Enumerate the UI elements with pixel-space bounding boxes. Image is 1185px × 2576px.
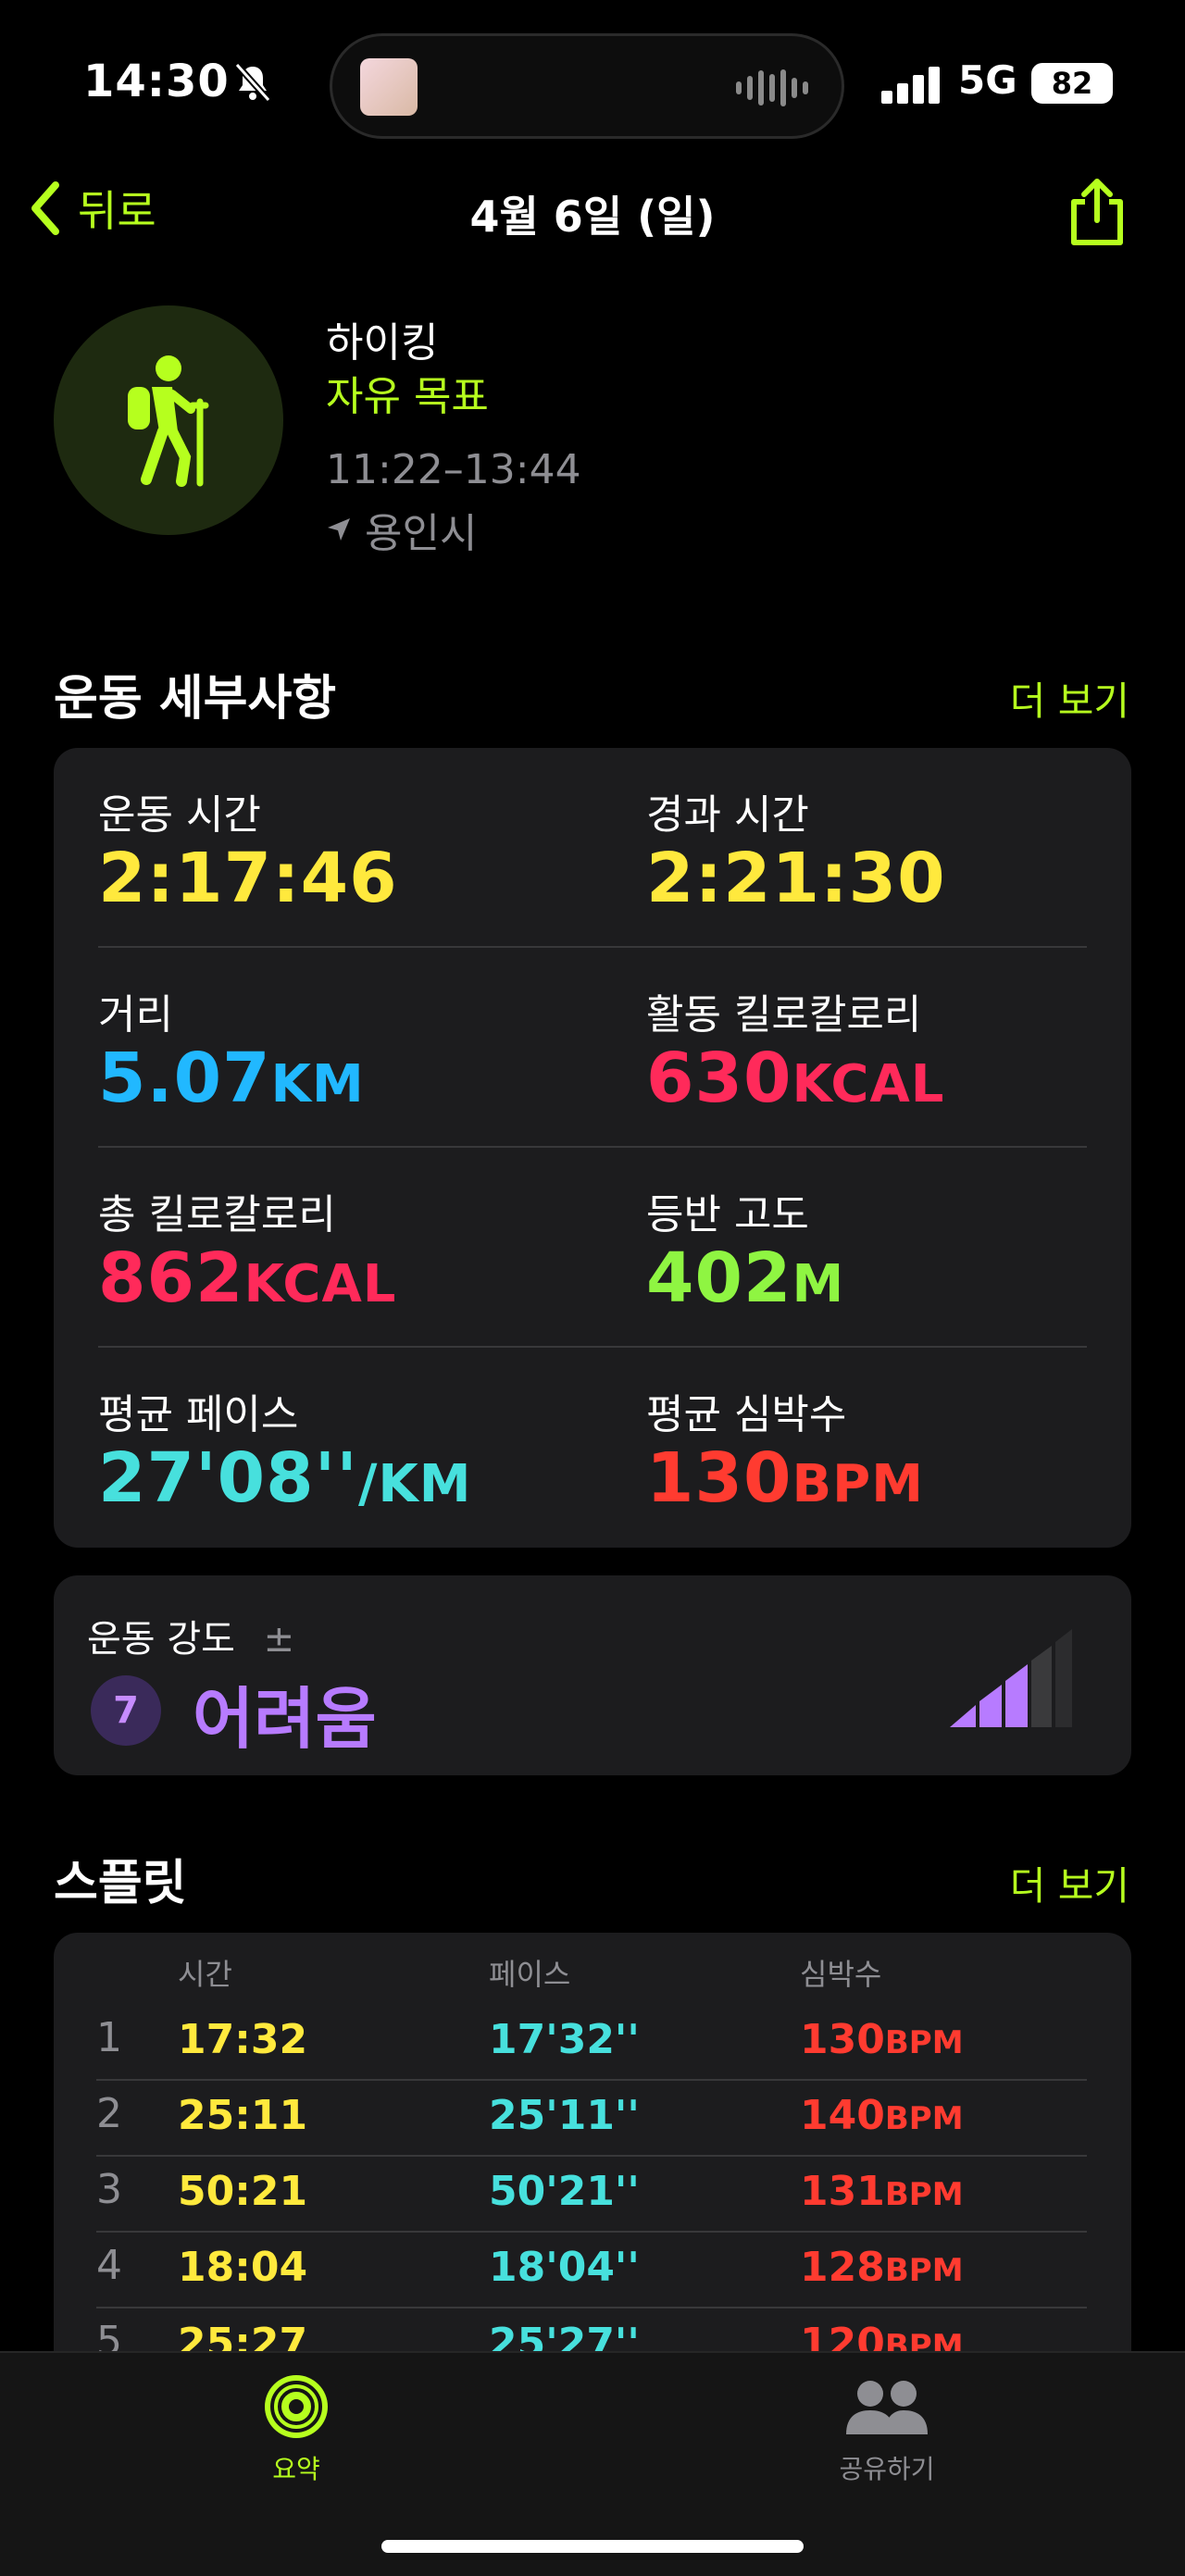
audio-waveform-icon [736,69,808,106]
metric-value: 5.07KM [98,1039,365,1118]
tab-summary-label: 요약 [272,2454,320,2484]
network-type: 5G [958,57,1017,103]
splits-header-pace: 페이스 [489,1957,571,1992]
splits-header-heartrate: 심박수 [800,1957,882,1992]
split-heartrate: 140BPM [800,2092,964,2139]
split-pace: 17'32'' [489,2016,640,2063]
table-row: 4 18:04 18'04'' 128BPM [54,2234,1131,2308]
intensity-card[interactable]: 운동 강도 ± 7 어려움 [54,1575,1131,1775]
location-label: 용인시 [365,510,478,557]
metric-label: 활동 킬로칼로리 [646,991,922,1039]
table-row: 1 17:32 17'32'' 130BPM [54,2007,1131,2081]
metric-value: 862KCAL [98,1238,397,1318]
divider [96,2155,1087,2157]
split-heartrate: 131BPM [800,2168,964,2215]
metric-value: 27'08''/KM [98,1438,472,1518]
now-playing-artwork [360,58,418,116]
split-time: 25:11 [178,2092,308,2139]
sharing-people-icon [846,2381,928,2434]
splits-header-time: 시간 [178,1957,232,1992]
activity-rings-icon [265,2375,328,2438]
splits-title: 스플릿 [54,1856,187,1911]
metric-label: 평균 페이스 [98,1391,299,1438]
metric-value: 630KCAL [646,1039,945,1118]
divider [96,2307,1087,2308]
split-number: 3 [96,2166,122,2213]
status-time: 14:30 [83,56,230,107]
hiking-icon [128,355,209,487]
split-pace: 50'21'' [489,2168,640,2215]
workout-goal: 자유 목표 [326,373,489,420]
silent-bell-icon [234,62,271,103]
table-row: 3 50:21 50'21'' 131BPM [54,2159,1131,2233]
intensity-label: 운동 강도 ± [87,1618,295,1661]
split-pace: 18'04'' [489,2244,640,2291]
intensity-plusminus: ± [263,1618,295,1661]
metric-value: 2:21:30 [646,839,946,918]
split-time: 18:04 [178,2244,308,2291]
metric-value: 2:17:46 [98,839,398,918]
intensity-level-badge: 7 [91,1675,161,1746]
share-icon[interactable] [1065,178,1129,246]
metric-value: 402M [646,1238,845,1318]
split-number: 2 [96,2090,122,2137]
workout-type: 하이킹 [326,319,439,367]
signal-icon [881,67,940,104]
split-number: 4 [96,2242,122,2289]
metric-label: 거리 [98,991,173,1039]
metric-label: 총 킬로칼로리 [98,1191,336,1238]
workout-time-range: 11:22–13:44 [326,446,581,493]
intensity-bars-icon [950,1629,1072,1727]
page-title: 4월 6일 (일) [469,192,716,242]
split-pace: 25'11'' [489,2092,640,2139]
workout-location: 용인시 [326,500,477,559]
metric-value: 130BPM [646,1438,924,1518]
divider [98,1146,1087,1148]
metric-label: 평균 심박수 [646,1391,847,1438]
intensity-text: 어려움 [193,1680,377,1758]
metric-label: 등반 고도 [646,1191,809,1238]
divider [96,2231,1087,2233]
tab-sharing-label: 공유하기 [839,2454,935,2484]
split-heartrate: 128BPM [800,2244,964,2291]
battery-indicator: 82 [1031,63,1113,104]
divider [98,1346,1087,1348]
divider [98,946,1087,948]
home-indicator[interactable] [381,2540,804,2553]
metric-label: 경과 시간 [646,791,809,839]
splits-more-link[interactable]: 더 보기 [1010,1855,1129,1911]
table-row: 2 25:11 25'11'' 140BPM [54,2083,1131,2157]
divider [96,2079,1087,2081]
split-time: 17:32 [178,2016,308,2063]
details-more-link[interactable]: 더 보기 [1010,670,1129,727]
metric-label: 운동 시간 [98,791,261,839]
tab-sharing[interactable]: 공유하기 [794,2373,979,2484]
dynamic-island[interactable] [330,33,844,139]
details-title: 운동 세부사항 [54,671,337,727]
split-time: 50:21 [178,2168,308,2215]
location-arrow-icon [328,518,350,541]
workout-icon-circle [54,305,283,535]
split-heartrate: 130BPM [800,2016,964,2063]
tab-summary[interactable]: 요약 [204,2373,389,2484]
split-number: 1 [96,2014,122,2061]
details-card[interactable]: 운동 시간 2:17:46 경과 시간 2:21:30 거리 5.07KM 활동… [54,748,1131,1548]
